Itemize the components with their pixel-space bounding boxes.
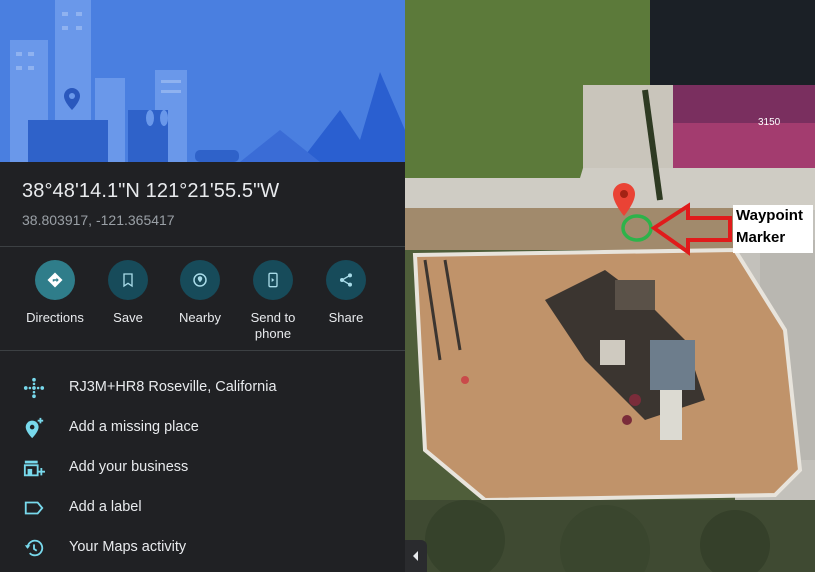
coordinates-decimal: 38.803917, -121.365417 — [22, 212, 175, 228]
waypoint-marker-label: Waypoint Marker — [733, 205, 813, 253]
add-place-icon — [22, 416, 46, 440]
save-button[interactable]: Save — [92, 260, 164, 326]
nearby-icon — [193, 273, 207, 287]
share-button[interactable]: Share — [310, 260, 382, 326]
chevron-left-icon — [413, 551, 418, 561]
plus-code-icon — [22, 376, 46, 400]
save-label: Save — [113, 310, 143, 325]
nearby-button[interactable]: Nearby — [164, 260, 236, 326]
add-business-row[interactable]: Add your business — [0, 448, 405, 488]
send-to-phone-button[interactable]: Send to phone — [237, 260, 309, 342]
send-to-phone-label: Send to phone — [250, 310, 296, 341]
maps-activity-text: Your Maps activity — [69, 539, 187, 555]
plus-code-row[interactable]: RJ3M+HR8 Roseville, California — [0, 368, 405, 408]
directions-icon — [47, 272, 63, 288]
label-icon — [22, 496, 46, 520]
directions-button[interactable]: Directions — [19, 260, 91, 326]
city-illustration — [0, 0, 405, 162]
history-icon — [22, 536, 46, 560]
add-missing-place-text: Add a missing place — [69, 419, 199, 435]
annotation-line-1: Waypoint — [736, 207, 803, 224]
add-business-text: Add your business — [69, 459, 189, 475]
maps-activity-row[interactable]: Your Maps activity — [0, 528, 405, 568]
building-number: 3150 — [758, 117, 781, 128]
annotation-line-2: Marker — [736, 229, 786, 246]
add-business-icon — [22, 456, 46, 480]
add-label-row[interactable]: Add a label — [0, 488, 405, 528]
add-label-text: Add a label — [69, 499, 142, 515]
share-icon — [340, 273, 352, 287]
bookmark-icon — [123, 273, 133, 288]
satellite-map[interactable]: 3150 — [405, 0, 815, 572]
collapse-panel-button[interactable] — [405, 540, 427, 572]
add-missing-place-row[interactable]: Add a missing place — [0, 408, 405, 448]
send-to-phone-icon — [268, 272, 278, 288]
divider — [0, 246, 405, 247]
red-arrow-annotation — [650, 202, 732, 256]
divider — [0, 350, 405, 351]
satellite-imagery — [405, 0, 815, 572]
nearby-label: Nearby — [179, 310, 221, 325]
share-label: Share — [328, 310, 364, 325]
coordinates-title: 38°48'14.1"N 121°21'55.5"W — [22, 180, 280, 202]
directions-label: Directions — [26, 310, 84, 325]
hero-illustration — [0, 0, 405, 162]
plus-code-text: RJ3M+HR8 Roseville, California — [69, 379, 277, 395]
place-panel: 38°48'14.1"N 121°21'55.5"W 38.803917, -1… — [0, 0, 405, 572]
